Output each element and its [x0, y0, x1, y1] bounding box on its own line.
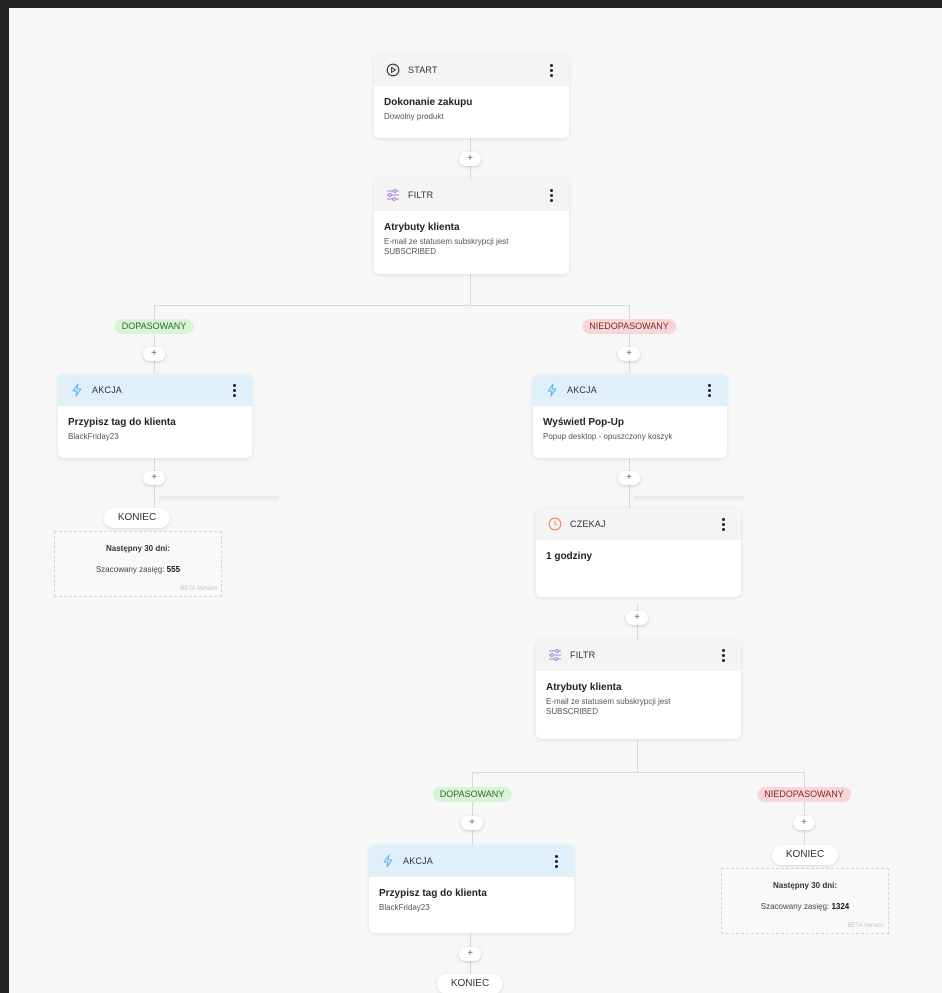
node-filter-1[interactable]: FILTR Atrybuty klienta E-mail ze statuse… — [374, 179, 569, 274]
node-action-bottom[interactable]: AKCJA Przypisz tag do klienta BlackFrida… — [369, 845, 574, 933]
add-step-button[interactable]: + — [793, 816, 815, 830]
node-filter-header: FILTR — [374, 179, 569, 211]
add-step-button[interactable]: + — [143, 347, 165, 361]
more-vertical-icon[interactable] — [232, 384, 236, 397]
node-description: E-mail ze statusem subskrypcji jest SUBS… — [546, 697, 671, 716]
reach-estimate-box: Następny 30 dni: Szacowany zasięg: 555 B… — [54, 531, 222, 597]
reach-estimate: Szacowany zasięg: 1324 — [722, 902, 888, 911]
lightning-icon — [543, 381, 561, 399]
node-start-header: START — [374, 54, 569, 86]
node-title: Atrybuty klienta — [546, 682, 622, 693]
end-node[interactable]: KONIEC — [436, 974, 504, 993]
node-action-left[interactable]: AKCJA Przypisz tag do klienta BlackFrida… — [58, 374, 252, 458]
workflow-canvas[interactable]: START Dokonanie zakupu Dowolny produkt +… — [9, 8, 942, 993]
branch-badge-dopasowany: DOPASOWANY — [432, 787, 512, 802]
branch-badge-niedopasowany: NIEDOPASOWANY — [757, 787, 851, 802]
reach-estimate: Szacowany zasięg: 555 — [55, 565, 221, 574]
more-vertical-icon[interactable] — [554, 855, 558, 868]
node-type-label: START — [408, 65, 438, 75]
more-vertical-icon[interactable] — [721, 518, 725, 531]
beta-label: BETA Version — [847, 923, 884, 929]
node-description: Dowolny produkt — [384, 112, 444, 121]
node-type-label: FILTR — [408, 190, 434, 200]
node-wait[interactable]: CZEKAJ 1 godziny — [536, 508, 741, 597]
reach-label: Szacowany zasięg: — [95, 565, 165, 574]
node-title: 1 godziny — [546, 551, 593, 562]
branch-badge-dopasowany: DOPASOWANY — [114, 319, 194, 334]
node-wait-header: CZEKAJ — [536, 508, 741, 540]
node-filter-2[interactable]: FILTR Atrybuty klienta E-mail ze statuse… — [536, 639, 741, 739]
reach-value: 1324 — [831, 902, 850, 911]
sliders-icon — [546, 646, 564, 664]
more-vertical-icon[interactable] — [707, 384, 711, 397]
node-title: Dokonanie zakupu — [384, 97, 473, 108]
node-type-label: FILTR — [570, 650, 596, 660]
more-vertical-icon[interactable] — [549, 189, 553, 202]
node-title: Wyświetl Pop-Up — [543, 417, 624, 428]
reach-value: 555 — [166, 565, 181, 574]
node-start[interactable]: START Dokonanie zakupu Dowolny produkt — [374, 54, 569, 138]
node-filter-header: FILTR — [536, 639, 741, 671]
node-description: Popup desktop - opuszczony koszyk — [543, 432, 673, 441]
branch-badge-niedopasowany: NIEDOPASOWANY — [582, 319, 676, 334]
add-step-button[interactable]: + — [459, 152, 481, 166]
add-step-button[interactable]: + — [143, 471, 165, 485]
node-title: Przypisz tag do klienta — [379, 888, 487, 899]
node-description: BlackFriday23 — [68, 432, 119, 441]
node-description: E-mail ze statusem subskrypcji jest SUBS… — [384, 237, 509, 256]
sliders-icon — [384, 186, 402, 204]
node-title: Atrybuty klienta — [384, 222, 460, 233]
add-step-button[interactable]: + — [461, 816, 483, 830]
add-step-button[interactable]: + — [626, 611, 648, 625]
beta-label: BETA Version — [180, 586, 217, 592]
node-action-header: AKCJA — [533, 374, 727, 406]
reach-period: Następny 30 dni: — [105, 544, 170, 553]
lightning-icon — [379, 852, 397, 870]
add-step-button[interactable]: + — [618, 471, 640, 485]
node-action-header: AKCJA — [58, 374, 252, 406]
reach-estimate-box: Następny 30 dni: Szacowany zasięg: 1324 … — [721, 868, 889, 934]
node-type-label: AKCJA — [403, 856, 434, 866]
node-type-label: CZEKAJ — [570, 519, 606, 529]
end-node[interactable]: KONIEC — [771, 845, 839, 865]
reach-period: Następny 30 dni: — [772, 881, 837, 890]
node-type-label: AKCJA — [92, 385, 123, 395]
add-step-button[interactable]: + — [459, 947, 481, 961]
add-step-button[interactable]: + — [618, 347, 640, 361]
node-description: BlackFriday23 — [379, 903, 430, 912]
node-title: Przypisz tag do klienta — [68, 417, 176, 428]
end-node[interactable]: KONIEC — [103, 508, 171, 528]
reach-label: Szacowany zasięg: — [760, 902, 830, 911]
more-vertical-icon[interactable] — [721, 649, 725, 662]
node-action-right[interactable]: AKCJA Wyświetl Pop-Up Popup desktop - op… — [533, 374, 727, 458]
play-circle-icon — [384, 61, 402, 79]
node-action-header: AKCJA — [369, 845, 574, 877]
clock-icon — [546, 515, 564, 533]
lightning-icon — [68, 381, 86, 399]
node-type-label: AKCJA — [567, 385, 598, 395]
more-vertical-icon[interactable] — [549, 64, 553, 77]
